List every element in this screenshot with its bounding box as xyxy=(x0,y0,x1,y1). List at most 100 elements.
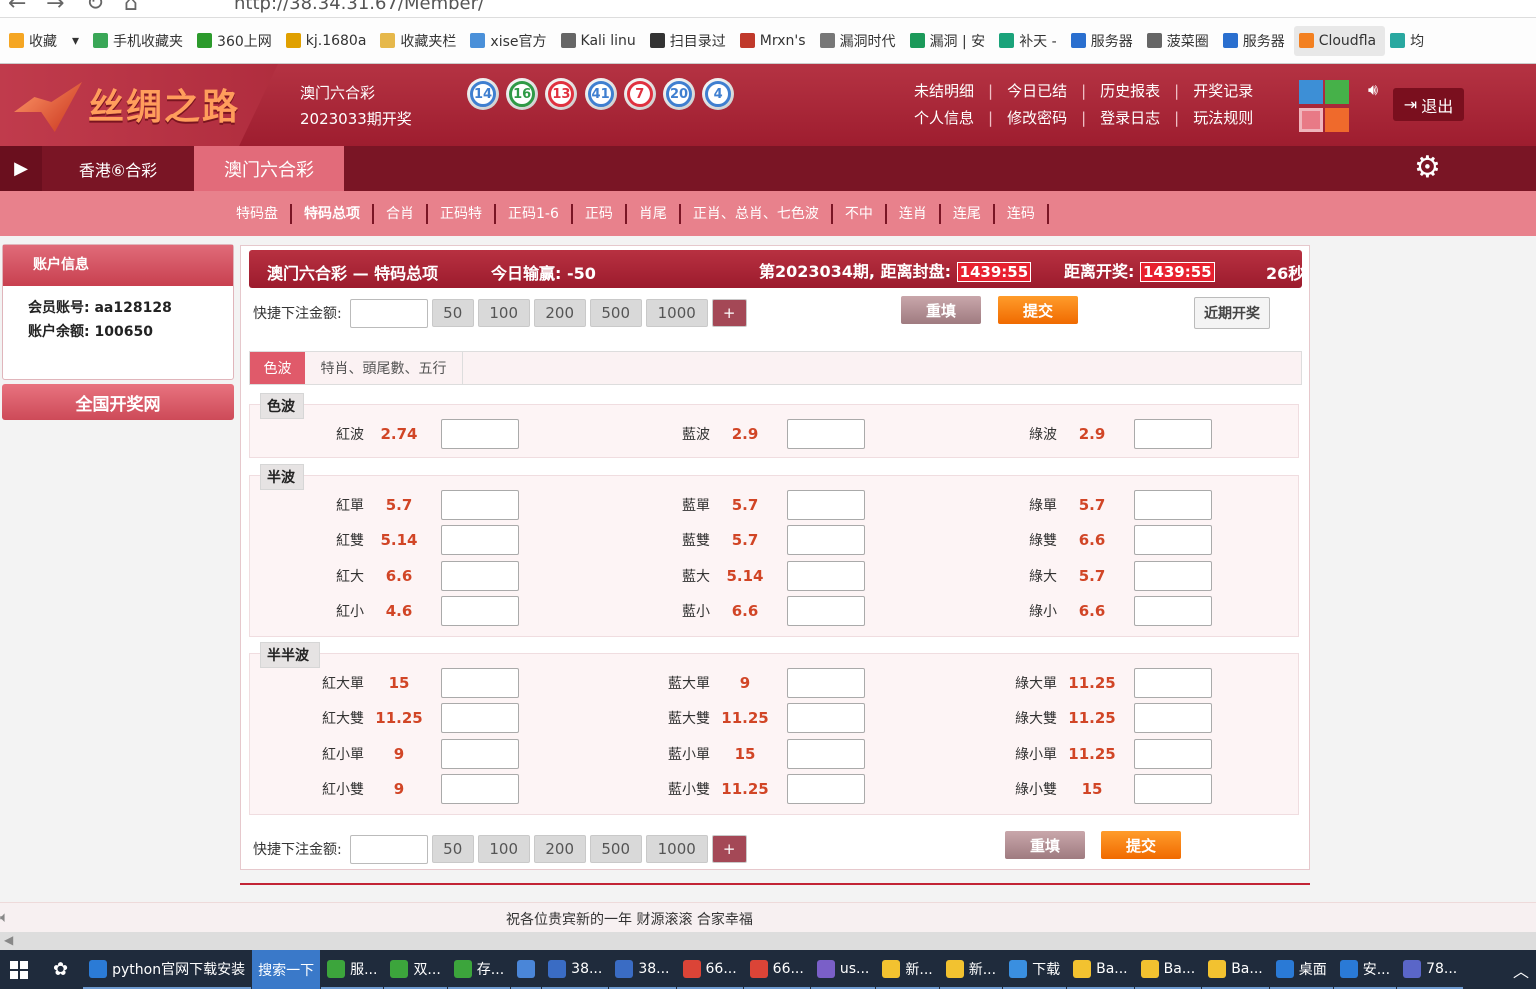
theme-blue-swatch[interactable] xyxy=(1299,80,1323,104)
taskbar-item[interactable]: 下载 xyxy=(1003,950,1067,989)
tab-color-wave[interactable]: 色波 xyxy=(250,352,305,384)
quick-1000-button[interactable]: 1000 xyxy=(645,299,708,327)
subnav-item[interactable]: 不中 xyxy=(833,203,887,224)
taskbar-item[interactable]: Ba... xyxy=(1202,950,1269,989)
quick-amount-input[interactable] xyxy=(349,298,428,328)
taskbar-item[interactable]: 存... xyxy=(447,950,511,989)
quick-500-button-bottom[interactable]: 500 xyxy=(589,835,642,863)
bookmark-item[interactable]: 均 xyxy=(1385,26,1433,56)
quick-500-button[interactable]: 500 xyxy=(589,299,642,327)
submit-button-bottom[interactable]: 提交 xyxy=(1101,831,1181,859)
bookmark-item[interactable]: 收藏夹栏 xyxy=(375,26,465,56)
reset-button-bottom[interactable]: 重填 xyxy=(1005,831,1085,859)
quick-add-button[interactable]: + xyxy=(711,299,747,327)
bookmark-item[interactable]: xise官方 xyxy=(465,26,555,56)
national-lottery-button[interactable]: 全国开奖网 xyxy=(2,384,234,420)
home-icon[interactable]: ⌂ xyxy=(124,0,138,16)
bookmark-item[interactable]: Kali linu xyxy=(556,26,645,56)
site-logo[interactable]: 丝绸之路 xyxy=(0,64,278,146)
bookmark-item[interactable]: 扫目录过 xyxy=(645,26,735,56)
taskbar-item[interactable]: 安... xyxy=(1333,950,1397,989)
quick-1000-button-bottom[interactable]: 1000 xyxy=(645,835,708,863)
tab-macau[interactable]: 澳门六合彩 xyxy=(194,146,344,191)
sound-icon[interactable]: 🔊︎ xyxy=(1368,80,1378,100)
task-view-icon[interactable]: ✿ xyxy=(39,950,82,989)
bet-amount-input[interactable] xyxy=(1134,703,1212,734)
top-nav-link[interactable]: 登录日志 xyxy=(1086,105,1174,132)
bet-amount-input[interactable] xyxy=(1134,595,1212,626)
browser-address-bar[interactable]: ← → ↻ ⌂ http://38.34.31.67/Member/ xyxy=(0,0,1536,18)
taskbar-item[interactable]: 38... xyxy=(542,950,609,989)
url-text[interactable]: http://38.34.31.67/Member/ xyxy=(234,0,484,14)
bet-amount-input[interactable] xyxy=(1134,490,1212,520)
top-nav-link[interactable]: 今日已结 xyxy=(993,78,1081,105)
quick-100-button-bottom[interactable]: 100 xyxy=(477,835,530,863)
subnav-item[interactable]: 特码总项 xyxy=(292,203,374,224)
subnav-item[interactable]: 正肖、总肖、七色波 xyxy=(681,203,833,224)
top-nav-link[interactable]: 未结明细 xyxy=(900,78,988,105)
taskbar-item[interactable]: 66... xyxy=(676,950,743,989)
bet-amount-input[interactable] xyxy=(1134,773,1212,804)
quick-200-button-bottom[interactable]: 200 xyxy=(533,835,586,863)
taskbar-item[interactable]: 桌面 xyxy=(1269,950,1333,989)
bookmark-item[interactable]: 360上网 xyxy=(192,26,281,56)
taskbar-item[interactable]: 双... xyxy=(384,950,447,989)
bookmark-item[interactable]: 菠菜圈 xyxy=(1142,26,1218,56)
subnav-item[interactable]: 正码1-6 xyxy=(496,203,573,224)
theme-orange-swatch[interactable] xyxy=(1325,108,1349,132)
subnav-item[interactable]: 正码特 xyxy=(428,203,496,224)
bookmark-item[interactable]: kj.1680a xyxy=(281,26,376,56)
theme-pink-swatch[interactable] xyxy=(1299,108,1323,132)
top-nav-link[interactable]: 历史报表 xyxy=(1086,78,1174,105)
bookmark-item[interactable]: 服务器 xyxy=(1218,26,1294,56)
taskbar-item[interactable]: 38... xyxy=(609,950,676,989)
taskbar-item[interactable] xyxy=(511,950,542,989)
subnav-item[interactable]: 合肖 xyxy=(374,203,428,224)
forward-icon[interactable]: → xyxy=(46,0,64,16)
quick-50-button-bottom[interactable]: 50 xyxy=(431,835,474,863)
quick-amount-input-bottom[interactable] xyxy=(349,834,428,864)
bet-amount-input[interactable] xyxy=(1134,419,1212,449)
tray-expand-icon[interactable]: ︿ xyxy=(1507,950,1535,989)
quick-50-button[interactable]: 50 xyxy=(431,299,474,327)
taskbar-item[interactable]: 78... xyxy=(1397,950,1464,989)
bookmark-item[interactable]: Mrxn's xyxy=(735,26,815,56)
tab-zodiac-tail-element[interactable]: 特肖、頭尾數、五行 xyxy=(305,352,463,384)
bookmark-item[interactable]: 补天 - xyxy=(994,26,1066,56)
back-icon[interactable]: ← xyxy=(8,0,26,16)
theme-green-swatch[interactable] xyxy=(1325,80,1349,104)
bookmark-item[interactable]: 漏洞时代 xyxy=(815,26,905,56)
subnav-item[interactable]: 特码盘 xyxy=(224,203,292,224)
taskbar-item[interactable]: python官网下载安装 xyxy=(83,950,252,989)
bet-amount-input[interactable] xyxy=(1134,560,1212,591)
subnav-item[interactable]: 肖尾 xyxy=(627,203,681,224)
subnav-item[interactable]: 正码 xyxy=(573,203,627,224)
quick-100-button[interactable]: 100 xyxy=(477,299,530,327)
top-nav-link[interactable]: 修改密码 xyxy=(993,105,1081,132)
taskbar-item[interactable]: us... xyxy=(810,950,876,989)
tab-hongkong[interactable]: 香港⑥合彩 xyxy=(42,146,194,191)
taskbar-item[interactable]: 服... xyxy=(321,950,384,989)
bet-amount-input[interactable] xyxy=(1134,668,1212,698)
horizontal-scrollbar[interactable]: ◀ xyxy=(0,932,1536,950)
taskbar-item[interactable]: 新... xyxy=(939,950,1003,989)
subnav-item[interactable]: 连尾 xyxy=(941,203,995,224)
bet-amount-input[interactable] xyxy=(1134,525,1212,556)
settings-gear-icon[interactable]: ⚙ xyxy=(1414,150,1441,185)
recent-draws-button[interactable]: 近期开奖 xyxy=(1194,297,1270,329)
top-nav-link[interactable]: 开奖记录 xyxy=(1179,78,1267,105)
taskbar-item[interactable]: Ba... xyxy=(1067,950,1134,989)
bet-amount-input[interactable] xyxy=(1134,738,1212,769)
bookmark-item[interactable]: 漏洞 | 安 xyxy=(905,26,995,56)
logout-button[interactable]: ⇥ 退出 xyxy=(1393,88,1464,121)
quick-add-button-bottom[interactable]: + xyxy=(711,835,747,863)
subnav-item[interactable]: 连码 xyxy=(995,203,1049,224)
submit-button-top[interactable]: 提交 xyxy=(998,296,1078,324)
bookmark-item[interactable]: 收藏 ▾ xyxy=(4,26,88,56)
bookmark-item[interactable]: Cloudfla xyxy=(1293,25,1386,56)
taskbar-search[interactable]: 搜索一下 xyxy=(252,950,321,989)
dropdown-icon[interactable]: ▾ xyxy=(72,33,79,49)
reset-button-top[interactable]: 重填 xyxy=(901,296,981,324)
reload-icon[interactable]: ↻ xyxy=(86,0,104,16)
start-icon[interactable] xyxy=(0,950,38,989)
